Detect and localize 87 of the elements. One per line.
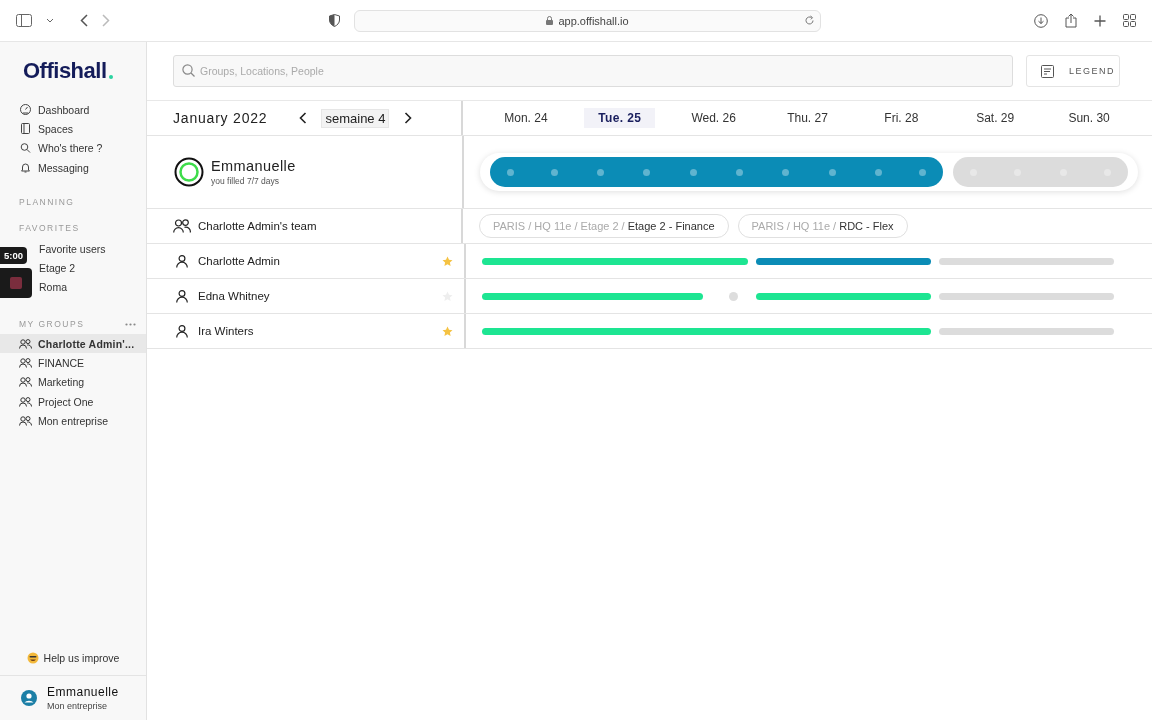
person-name: Ira Winters xyxy=(198,325,255,337)
favorite-item[interactable]: Etage 2 xyxy=(39,258,76,278)
chevron-down-icon[interactable] xyxy=(46,17,54,24)
group-icon xyxy=(19,338,32,349)
presence-segment[interactable] xyxy=(482,257,528,265)
avatar-icon[interactable] xyxy=(21,690,37,706)
presence-segment[interactable] xyxy=(893,327,932,335)
presence-segment[interactable] xyxy=(893,292,932,300)
back-icon[interactable] xyxy=(80,14,88,27)
section-heading: PLANNING xyxy=(18,197,76,208)
address-bar[interactable]: app.offishall.io xyxy=(354,9,821,32)
group-item[interactable]: FINANCE xyxy=(0,353,146,373)
group-icon xyxy=(19,396,32,407)
status-ring-icon xyxy=(174,157,204,187)
group-icon xyxy=(173,219,191,233)
day-header[interactable]: Sun. 30 xyxy=(1054,108,1124,128)
nav-item[interactable]: Who's there ? xyxy=(0,138,146,158)
next-week-icon[interactable] xyxy=(404,112,413,124)
presence-segment[interactable] xyxy=(893,257,932,265)
group-icon xyxy=(19,358,32,368)
section-heading: MY GROUPS xyxy=(19,319,85,330)
group-item[interactable]: Mon entreprise xyxy=(0,411,146,431)
group-item[interactable]: Marketing xyxy=(0,372,146,392)
smiley-icon xyxy=(26,652,39,664)
person-icon xyxy=(176,324,188,338)
presence-segment[interactable] xyxy=(756,292,802,300)
share-icon[interactable] xyxy=(1065,13,1077,28)
nav-item[interactable]: Spaces xyxy=(0,119,146,139)
day-header[interactable]: Tue. 25 xyxy=(584,108,656,128)
group-item[interactable]: Project One xyxy=(0,391,146,412)
download-icon[interactable] xyxy=(1034,13,1048,28)
door-icon xyxy=(20,123,31,135)
search-icon xyxy=(20,143,31,154)
nav-item[interactable]: Messaging xyxy=(0,157,146,178)
team-name: Charlotte Admin's team xyxy=(198,220,317,232)
person-name: Charlotte Admin xyxy=(198,255,281,267)
presence-segment[interactable] xyxy=(482,327,528,335)
shield-icon[interactable] xyxy=(329,14,340,27)
presence-segment[interactable] xyxy=(756,257,802,265)
person-name: Edna Whitney xyxy=(198,290,271,302)
day-header[interactable]: Thu. 27 xyxy=(773,108,842,128)
group-icon xyxy=(19,377,32,388)
week-selector[interactable]: semaine 4 xyxy=(321,108,390,128)
nav-item[interactable]: Dashboard xyxy=(0,100,146,120)
recording-timer: 5:00 xyxy=(0,247,27,264)
half-day-slot[interactable] xyxy=(901,157,943,187)
day-header[interactable]: Fri. 28 xyxy=(870,108,933,128)
list-icon xyxy=(1041,64,1054,78)
group-icon xyxy=(19,415,32,426)
search-field[interactable]: Groups, Locations, People xyxy=(173,55,1013,87)
help-link[interactable]: Help us improve xyxy=(0,641,146,676)
section-heading: FAVORITES xyxy=(18,223,81,234)
month-label: January 2022 xyxy=(173,110,268,126)
star-icon[interactable] xyxy=(442,325,453,337)
stop-recording-button[interactable] xyxy=(0,268,32,298)
favorite-item[interactable]: Roma xyxy=(39,277,67,298)
user-name: Emmanuelle xyxy=(211,158,296,174)
day-header[interactable]: Wed. 26 xyxy=(677,108,750,128)
gauge-icon xyxy=(20,104,31,116)
day-header[interactable]: Sat. 29 xyxy=(962,108,1029,128)
plus-icon[interactable] xyxy=(1094,14,1106,27)
sidebar-toggle-icon[interactable] xyxy=(16,14,32,27)
url-text: app.offishall.io xyxy=(558,14,629,27)
partial-day-dot[interactable] xyxy=(728,291,738,301)
bell-icon xyxy=(20,162,31,174)
person-icon xyxy=(176,289,188,303)
logo[interactable]: Offishall xyxy=(23,58,146,84)
star-icon[interactable] xyxy=(442,255,453,267)
user-name: Emmanuelle xyxy=(47,685,119,699)
more-icon[interactable] xyxy=(125,322,136,326)
user-company: Mon entreprise xyxy=(47,701,109,711)
legend-button[interactable]: LEGEND xyxy=(1026,55,1120,87)
search-icon xyxy=(182,64,195,77)
reload-icon[interactable] xyxy=(804,14,815,26)
half-day-slot[interactable] xyxy=(490,157,532,187)
forward-icon[interactable] xyxy=(102,14,110,27)
presence-segment[interactable] xyxy=(664,292,703,300)
person-icon xyxy=(176,254,188,268)
favorite-item[interactable]: Favorite users xyxy=(39,239,106,259)
tabs-overview-icon[interactable] xyxy=(1123,14,1136,27)
filled-days-text: you filled 7/7 days xyxy=(211,176,281,186)
presence-segment[interactable] xyxy=(710,257,749,265)
day-header[interactable]: Mon. 24 xyxy=(490,108,562,128)
group-item[interactable]: Charlotte Admin'... xyxy=(0,334,146,354)
previous-week-icon[interactable] xyxy=(299,112,308,124)
presence-segment[interactable] xyxy=(482,292,528,300)
lock-icon xyxy=(546,16,554,25)
